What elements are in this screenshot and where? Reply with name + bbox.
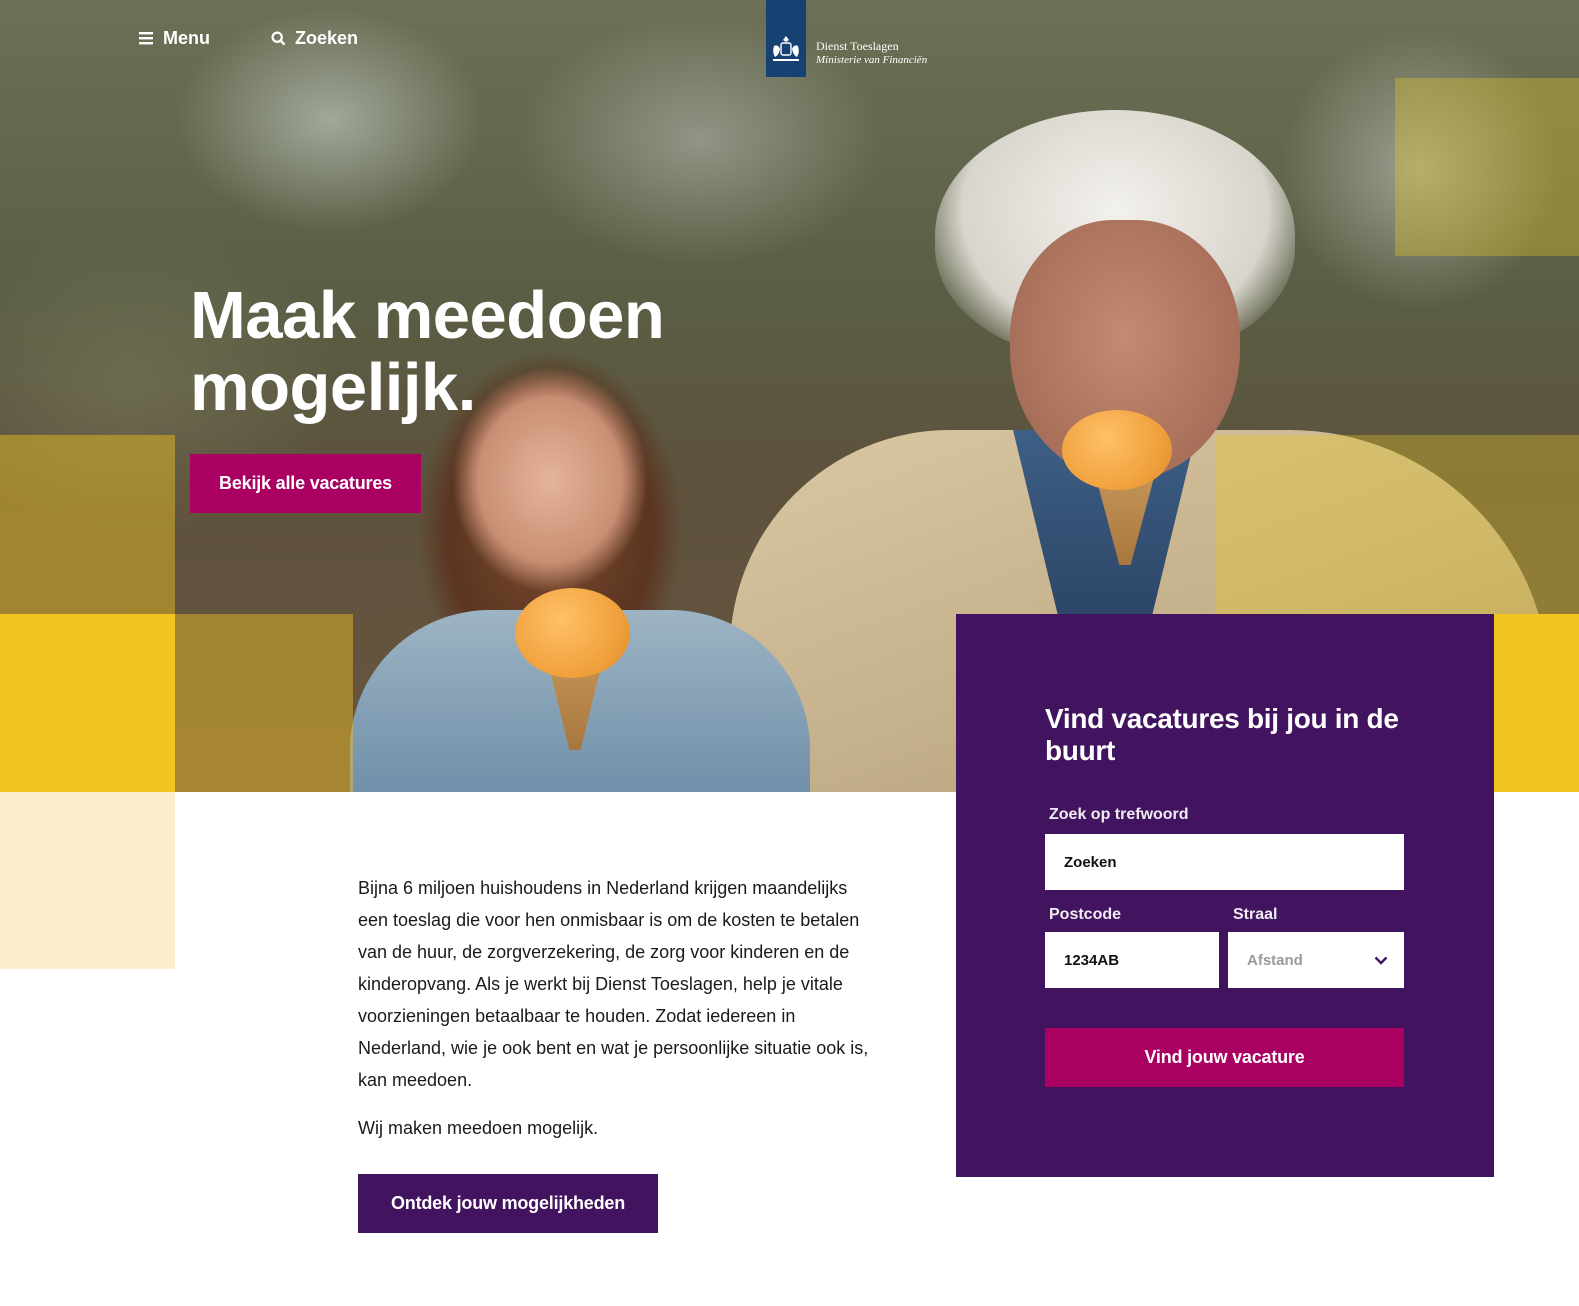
keyword-label: Zoek op trefwoord <box>1049 806 1189 823</box>
hero-title: Maak meedoen mogelijk. <box>190 278 665 425</box>
intro-paragraph: Bijna 6 miljoen huishoudens in Nederland… <box>358 878 869 1090</box>
search-label: Zoeken <box>295 27 359 48</box>
discover-opportunities-button[interactable]: Ontdek jouw mogelijkheden <box>358 1174 658 1233</box>
ice-cream-scoop <box>515 588 630 678</box>
decor-cream-block <box>0 792 175 969</box>
search-button[interactable]: Zoeken <box>271 24 358 52</box>
postcode-label: Postcode <box>1049 906 1122 923</box>
logo-line-1: Dienst Toeslagen <box>816 39 899 53</box>
keyword-input[interactable]: Zoeken <box>1045 834 1404 890</box>
radius-selected-value: Afstand <box>1247 951 1303 969</box>
vacancy-search-panel: Vind vacatures bij jou in de buurt Zoek … <box>956 614 1494 1177</box>
radius-select[interactable]: Afstand <box>1228 932 1404 988</box>
find-vacancy-button[interactable]: Vind jouw vacature <box>1045 1028 1404 1087</box>
chevron-down-icon <box>1374 952 1388 969</box>
menu-label: Menu <box>163 27 210 48</box>
postcode-input[interactable]: 1234AB <box>1045 932 1219 988</box>
decor-yellow-block <box>1494 614 1579 792</box>
decor-yellow-block <box>1395 78 1579 256</box>
menu-button[interactable]: Menu <box>139 24 210 52</box>
search-panel-title: Vind vacatures bij jou in de buurt <box>1045 703 1399 766</box>
decor-yellow-block <box>0 614 175 792</box>
decor-yellow-block <box>175 614 353 792</box>
coat-of-arms-icon <box>770 34 802 69</box>
ice-cream-scoop <box>1062 410 1172 490</box>
radius-label: Straal <box>1233 906 1278 923</box>
search-icon <box>271 30 286 46</box>
hamburger-icon <box>139 31 154 45</box>
logo-text: Dienst Toeslagen Ministerie van Financië… <box>816 39 927 67</box>
logo-line-2: Ministerie van Financiën <box>816 54 928 66</box>
view-all-vacancies-button[interactable]: Bekijk alle vacatures <box>190 454 421 513</box>
decor-yellow-block <box>0 435 175 615</box>
logo-dienst-toeslagen[interactable]: Dienst Toeslagen Ministerie van Financië… <box>766 0 927 77</box>
intro-tagline: Wij maken meedoen mogelijk. <box>358 1118 599 1138</box>
logo-ribbon <box>766 0 806 77</box>
decor-yellow-block <box>1215 435 1579 615</box>
